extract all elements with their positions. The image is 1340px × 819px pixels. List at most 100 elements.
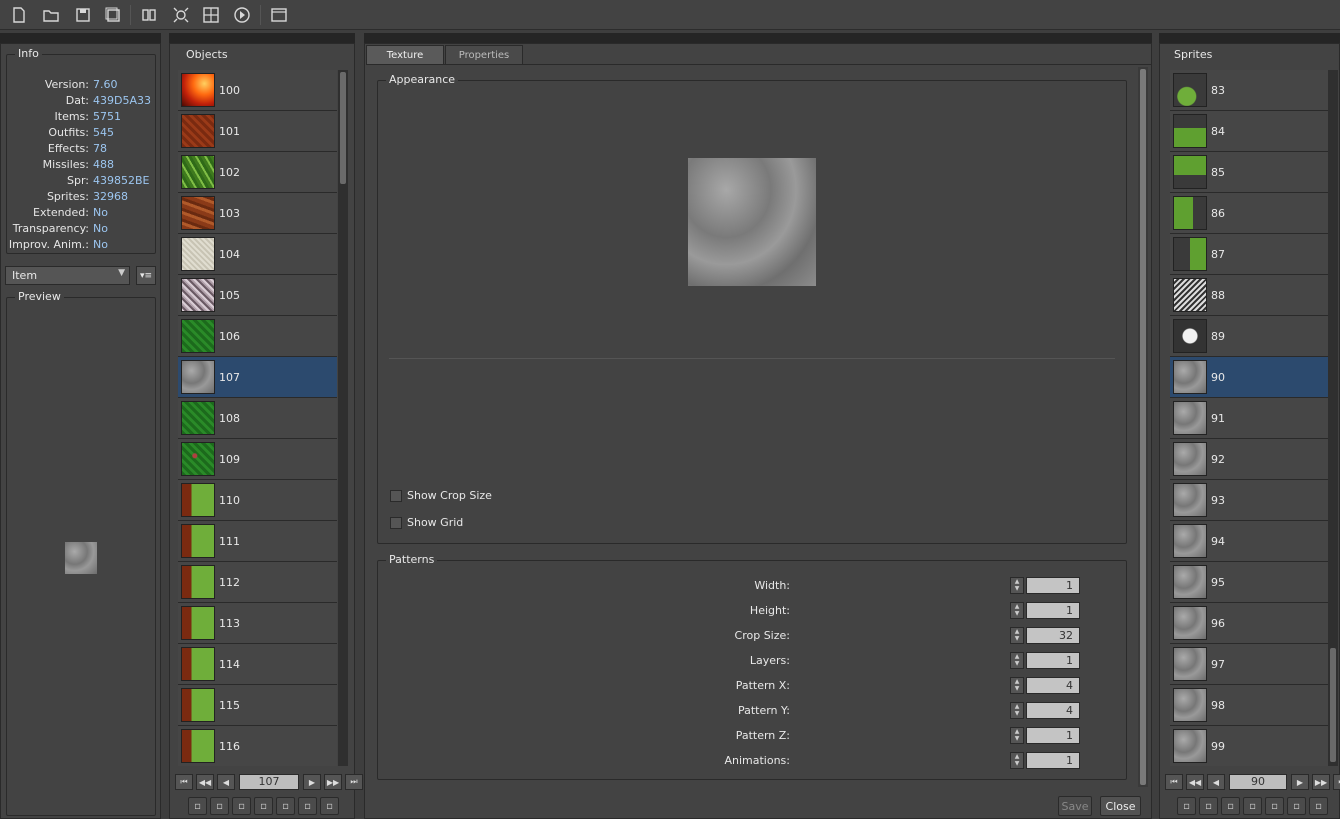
next-icon[interactable]: ▶ bbox=[1291, 774, 1309, 790]
spinner-arrows-icon[interactable]: ▲ ▼ bbox=[1010, 652, 1024, 669]
copy-icon[interactable]: ▫ bbox=[1243, 797, 1262, 815]
spinner-arrows-icon[interactable]: ▲ ▼ bbox=[1010, 702, 1024, 719]
page-input[interactable]: 90 bbox=[1229, 774, 1287, 790]
play-icon[interactable] bbox=[231, 4, 253, 26]
pattern-value-input[interactable]: 1 bbox=[1026, 727, 1080, 744]
edit-icon[interactable]: ▫ bbox=[254, 797, 273, 815]
find-icon[interactable] bbox=[138, 4, 160, 26]
save-as-icon[interactable] bbox=[102, 4, 124, 26]
pattern-value-input[interactable]: 4 bbox=[1026, 702, 1080, 719]
prev-icon[interactable]: ◀ bbox=[217, 774, 235, 790]
list-item[interactable]: 105 bbox=[178, 275, 337, 316]
show-crop-size-checkbox[interactable] bbox=[390, 490, 402, 502]
tab-properties[interactable]: Properties bbox=[445, 45, 523, 64]
category-select[interactable]: Item ▼ bbox=[5, 266, 130, 285]
delete-icon[interactable]: ▫ bbox=[320, 797, 339, 815]
list-item[interactable]: 98 bbox=[1170, 685, 1328, 726]
import-icon[interactable]: ▫ bbox=[210, 797, 229, 815]
spinner-arrows-icon[interactable]: ▲ ▼ bbox=[1010, 577, 1024, 594]
editor-scroll-thumb[interactable] bbox=[1140, 69, 1146, 785]
open-folder-icon[interactable] bbox=[40, 4, 62, 26]
export-icon[interactable]: ▫ bbox=[232, 797, 251, 815]
spinner-arrows-icon[interactable]: ▲ ▼ bbox=[1010, 677, 1024, 694]
last-page-icon[interactable]: ⏭ bbox=[1333, 774, 1340, 790]
new-file-icon[interactable] bbox=[8, 4, 30, 26]
next-icon[interactable]: ▶ bbox=[303, 774, 321, 790]
list-item[interactable]: 101 bbox=[178, 111, 337, 152]
zoom-fit-icon[interactable] bbox=[170, 4, 192, 26]
list-item[interactable]: 83 bbox=[1170, 70, 1328, 111]
paste-icon[interactable]: ▫ bbox=[1265, 797, 1284, 815]
new-icon[interactable]: ▫ bbox=[1287, 797, 1306, 815]
list-item[interactable]: 112 bbox=[178, 562, 337, 603]
list-item[interactable]: 115 bbox=[178, 685, 337, 726]
export-icon[interactable]: ▫ bbox=[1221, 797, 1240, 815]
pattern-value-input[interactable]: 4 bbox=[1026, 677, 1080, 694]
list-item[interactable]: 109 bbox=[178, 439, 337, 480]
save-icon[interactable] bbox=[72, 4, 94, 26]
new-icon[interactable]: ▫ bbox=[298, 797, 317, 815]
next-fast-icon[interactable]: ▶▶ bbox=[324, 774, 342, 790]
list-item[interactable]: 116 bbox=[178, 726, 337, 766]
list-item[interactable]: 94 bbox=[1170, 521, 1328, 562]
pattern-value-input[interactable]: 1 bbox=[1026, 602, 1080, 619]
list-item[interactable]: 90 bbox=[1170, 357, 1328, 398]
replace-icon[interactable]: ▫ bbox=[188, 797, 207, 815]
pattern-value-input[interactable]: 1 bbox=[1026, 652, 1080, 669]
list-item[interactable]: 89 bbox=[1170, 316, 1328, 357]
list-item[interactable]: 100 bbox=[178, 70, 337, 111]
delete-icon[interactable]: ▫ bbox=[1309, 797, 1328, 815]
sprites-scroll-thumb[interactable] bbox=[1330, 648, 1336, 762]
tab-texture[interactable]: Texture bbox=[366, 45, 444, 64]
prev-fast-icon[interactable]: ◀◀ bbox=[1186, 774, 1204, 790]
sprites-scrollbar[interactable] bbox=[1328, 70, 1338, 766]
list-item[interactable]: 111 bbox=[178, 521, 337, 562]
save-button[interactable]: Save bbox=[1058, 796, 1092, 816]
list-item[interactable]: 96 bbox=[1170, 603, 1328, 644]
last-page-icon[interactable]: ⏭ bbox=[345, 774, 363, 790]
list-item[interactable]: 87 bbox=[1170, 234, 1328, 275]
duplicate-icon[interactable]: ▫ bbox=[276, 797, 295, 815]
objects-list[interactable]: 100 101 102 103 104 105 106 107 108 109 110 111 112 1… bbox=[178, 70, 337, 766]
pattern-value-input[interactable]: 1 bbox=[1026, 752, 1080, 769]
list-item[interactable]: 97 bbox=[1170, 644, 1328, 685]
spinner-arrows-icon[interactable]: ▲ ▼ bbox=[1010, 602, 1024, 619]
list-item[interactable]: 110 bbox=[178, 480, 337, 521]
spinner-arrows-icon[interactable]: ▲ ▼ bbox=[1010, 727, 1024, 744]
list-item[interactable]: 113 bbox=[178, 603, 337, 644]
spinner-arrows-icon[interactable]: ▲ ▼ bbox=[1010, 627, 1024, 644]
list-item[interactable]: 114 bbox=[178, 644, 337, 685]
show-grid-checkbox[interactable] bbox=[390, 517, 402, 529]
prev-icon[interactable]: ◀ bbox=[1207, 774, 1225, 790]
list-item[interactable]: 102 bbox=[178, 152, 337, 193]
list-options-icon[interactable]: ▾≡ bbox=[136, 266, 156, 285]
list-item[interactable]: 93 bbox=[1170, 480, 1328, 521]
list-item[interactable]: 84 bbox=[1170, 111, 1328, 152]
next-fast-icon[interactable]: ▶▶ bbox=[1312, 774, 1330, 790]
list-item[interactable]: 107 bbox=[178, 357, 337, 398]
page-input[interactable]: 107 bbox=[239, 774, 299, 790]
list-item[interactable]: 85 bbox=[1170, 152, 1328, 193]
console-icon[interactable] bbox=[268, 4, 290, 26]
sprite-grid-icon[interactable] bbox=[200, 4, 222, 26]
list-item[interactable]: 104 bbox=[178, 234, 337, 275]
objects-scrollbar[interactable] bbox=[338, 70, 348, 766]
list-item[interactable]: 86 bbox=[1170, 193, 1328, 234]
editor-scrollbar[interactable] bbox=[1138, 67, 1148, 787]
prev-fast-icon[interactable]: ◀◀ bbox=[196, 774, 214, 790]
list-item[interactable]: 92 bbox=[1170, 439, 1328, 480]
close-button[interactable]: Close bbox=[1100, 796, 1141, 816]
objects-scroll-thumb[interactable] bbox=[340, 72, 346, 184]
list-item[interactable]: 108 bbox=[178, 398, 337, 439]
first-page-icon[interactable]: ⏮ bbox=[1165, 774, 1183, 790]
pattern-value-input[interactable]: 32 bbox=[1026, 627, 1080, 644]
sprites-list[interactable]: 83 84 85 86 87 88 89 90 91 92 93 94 95 96 97 98 99 bbox=[1170, 70, 1328, 766]
import-icon[interactable]: ▫ bbox=[1199, 797, 1218, 815]
list-item[interactable]: 99 bbox=[1170, 726, 1328, 766]
list-item[interactable]: 88 bbox=[1170, 275, 1328, 316]
list-item[interactable]: 106 bbox=[178, 316, 337, 357]
spinner-arrows-icon[interactable]: ▲ ▼ bbox=[1010, 752, 1024, 769]
list-item[interactable]: 103 bbox=[178, 193, 337, 234]
pattern-value-input[interactable]: 1 bbox=[1026, 577, 1080, 594]
replace-icon[interactable]: ▫ bbox=[1177, 797, 1196, 815]
